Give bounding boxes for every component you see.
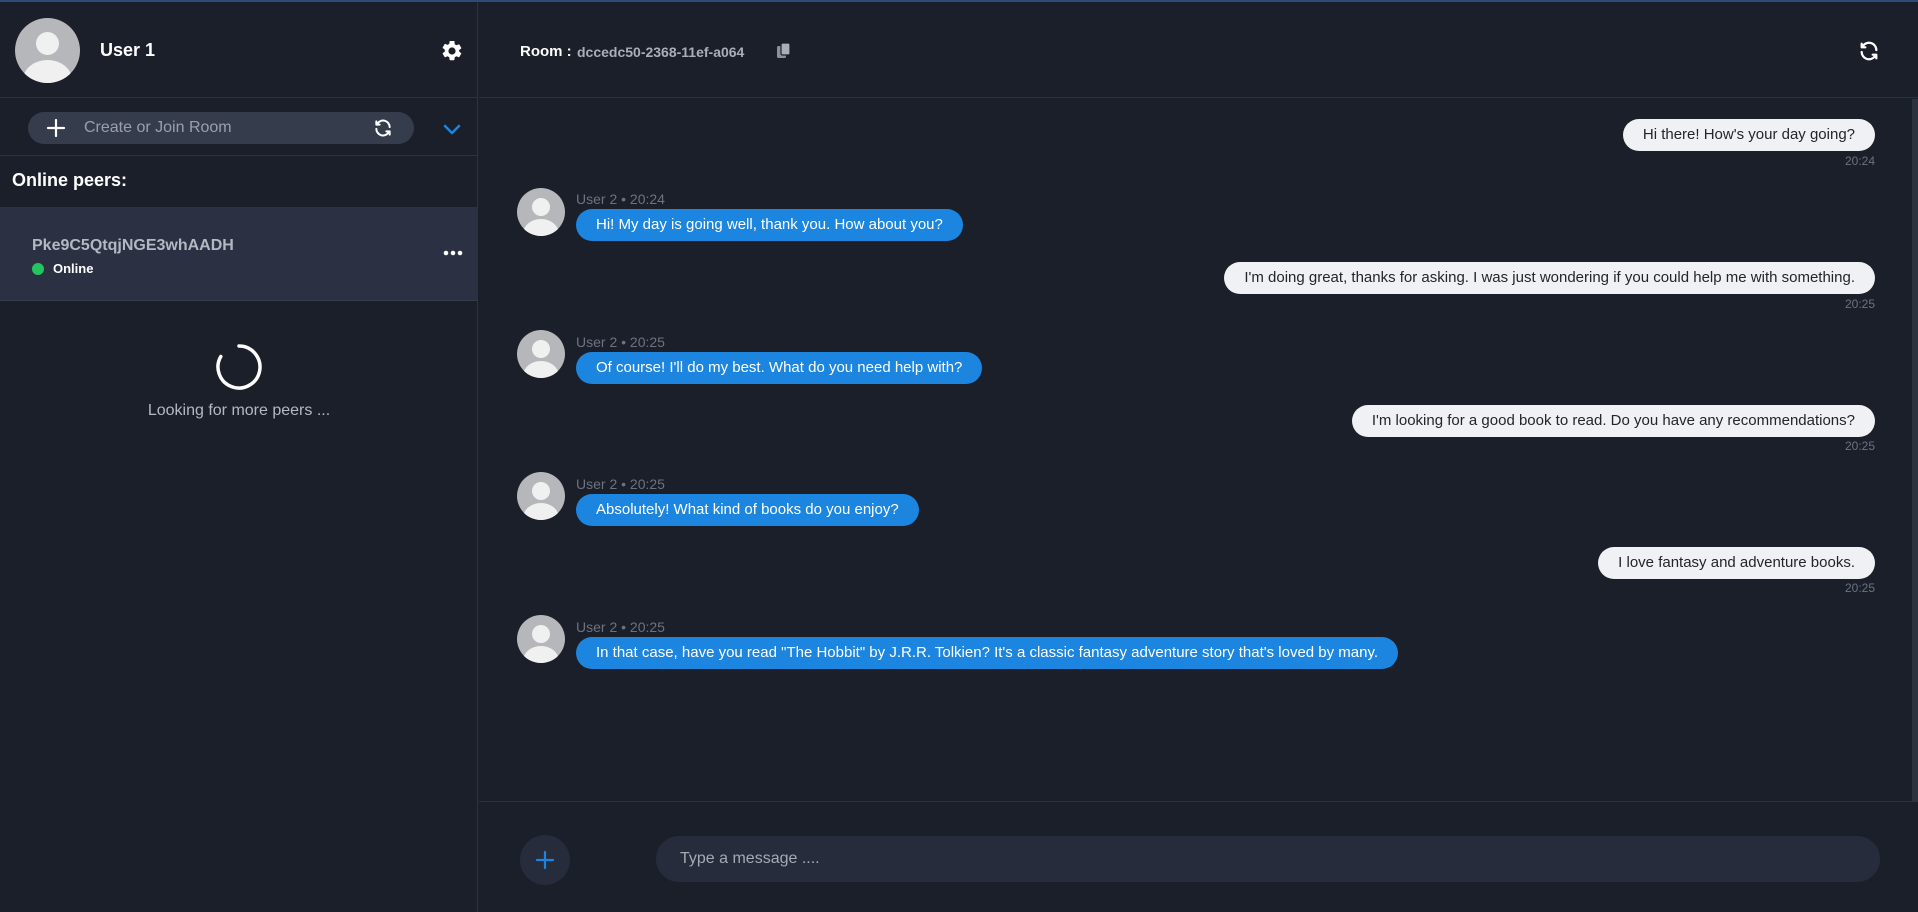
incoming-message: In that case, have you read "The Hobbit"… bbox=[576, 637, 1399, 669]
peer-id: Pke9C5QtqjNGE3whAADH bbox=[32, 237, 234, 254]
sidebar: User 1 Online peers: Pke9C5QtqjNGE3whAAD… bbox=[0, 2, 478, 912]
scrollbar[interactable] bbox=[1912, 99, 1918, 801]
message-input[interactable] bbox=[656, 836, 1880, 882]
profile-header: User 1 bbox=[0, 2, 478, 98]
more-icon[interactable] bbox=[442, 245, 464, 261]
outgoing-message: I love fantasy and adventure books. bbox=[1598, 547, 1875, 579]
message-list: Hi there! How's your day going? 20:24 Us… bbox=[479, 99, 1918, 801]
avatar bbox=[517, 330, 565, 378]
message-meta: User 2 • 20:25 bbox=[576, 476, 665, 492]
refresh-icon[interactable] bbox=[373, 118, 393, 138]
online-status-dot bbox=[32, 263, 44, 275]
incoming-message: Absolutely! What kind of books do you en… bbox=[576, 494, 919, 526]
chevron-down-icon[interactable] bbox=[441, 118, 463, 140]
message-meta: User 2 • 20:24 bbox=[576, 191, 665, 207]
avatar-body bbox=[23, 60, 72, 83]
outgoing-message: Hi there! How's your day going? bbox=[1622, 119, 1875, 151]
room-bar bbox=[0, 98, 478, 156]
avatar bbox=[517, 472, 565, 520]
spinner-icon bbox=[216, 344, 262, 390]
room-label: Room : bbox=[520, 43, 572, 60]
avatar bbox=[517, 188, 565, 236]
room-header: Room : dccedc50-2368-11ef-a064 bbox=[479, 2, 1918, 98]
message-meta: User 2 • 20:25 bbox=[576, 619, 665, 635]
room-id: dccedc50-2368-11ef-a064 bbox=[577, 44, 745, 60]
message-time: 20:24 bbox=[1844, 154, 1875, 168]
message-time: 20:25 bbox=[1844, 581, 1875, 595]
incoming-message: Of course! I'll do my best. What do you … bbox=[576, 352, 983, 384]
peer-status: Online bbox=[53, 261, 94, 276]
looking-for-peers-text: Looking for more peers ... bbox=[147, 402, 331, 419]
avatar bbox=[517, 615, 565, 663]
peer-list-item[interactable]: Pke9C5QtqjNGE3whAADH Online bbox=[0, 207, 478, 301]
online-peers-title: Online peers: bbox=[12, 170, 128, 190]
plus-icon[interactable] bbox=[46, 118, 66, 138]
incoming-message: Hi! My day is going well, thank you. How… bbox=[576, 209, 963, 241]
room-input[interactable] bbox=[84, 112, 354, 144]
message-meta: User 2 • 20:25 bbox=[576, 334, 665, 350]
plus-icon bbox=[535, 850, 555, 870]
outgoing-message: I'm doing great, thanks for asking. I wa… bbox=[1224, 262, 1875, 294]
outgoing-message: I'm looking for a good book to read. Do … bbox=[1351, 405, 1875, 437]
gear-icon[interactable] bbox=[440, 39, 464, 63]
user-avatar bbox=[15, 18, 80, 83]
chat-panel: Room : dccedc50-2368-11ef-a064 Hi there!… bbox=[479, 2, 1918, 912]
attach-button[interactable] bbox=[520, 835, 570, 885]
message-composer bbox=[479, 801, 1918, 912]
refresh-icon[interactable] bbox=[1858, 40, 1880, 62]
copy-icon[interactable] bbox=[775, 42, 793, 60]
message-time: 20:25 bbox=[1844, 297, 1875, 311]
avatar-head bbox=[36, 32, 59, 55]
username: User 1 bbox=[100, 40, 156, 60]
room-field bbox=[28, 112, 414, 144]
message-time: 20:25 bbox=[1844, 439, 1875, 453]
